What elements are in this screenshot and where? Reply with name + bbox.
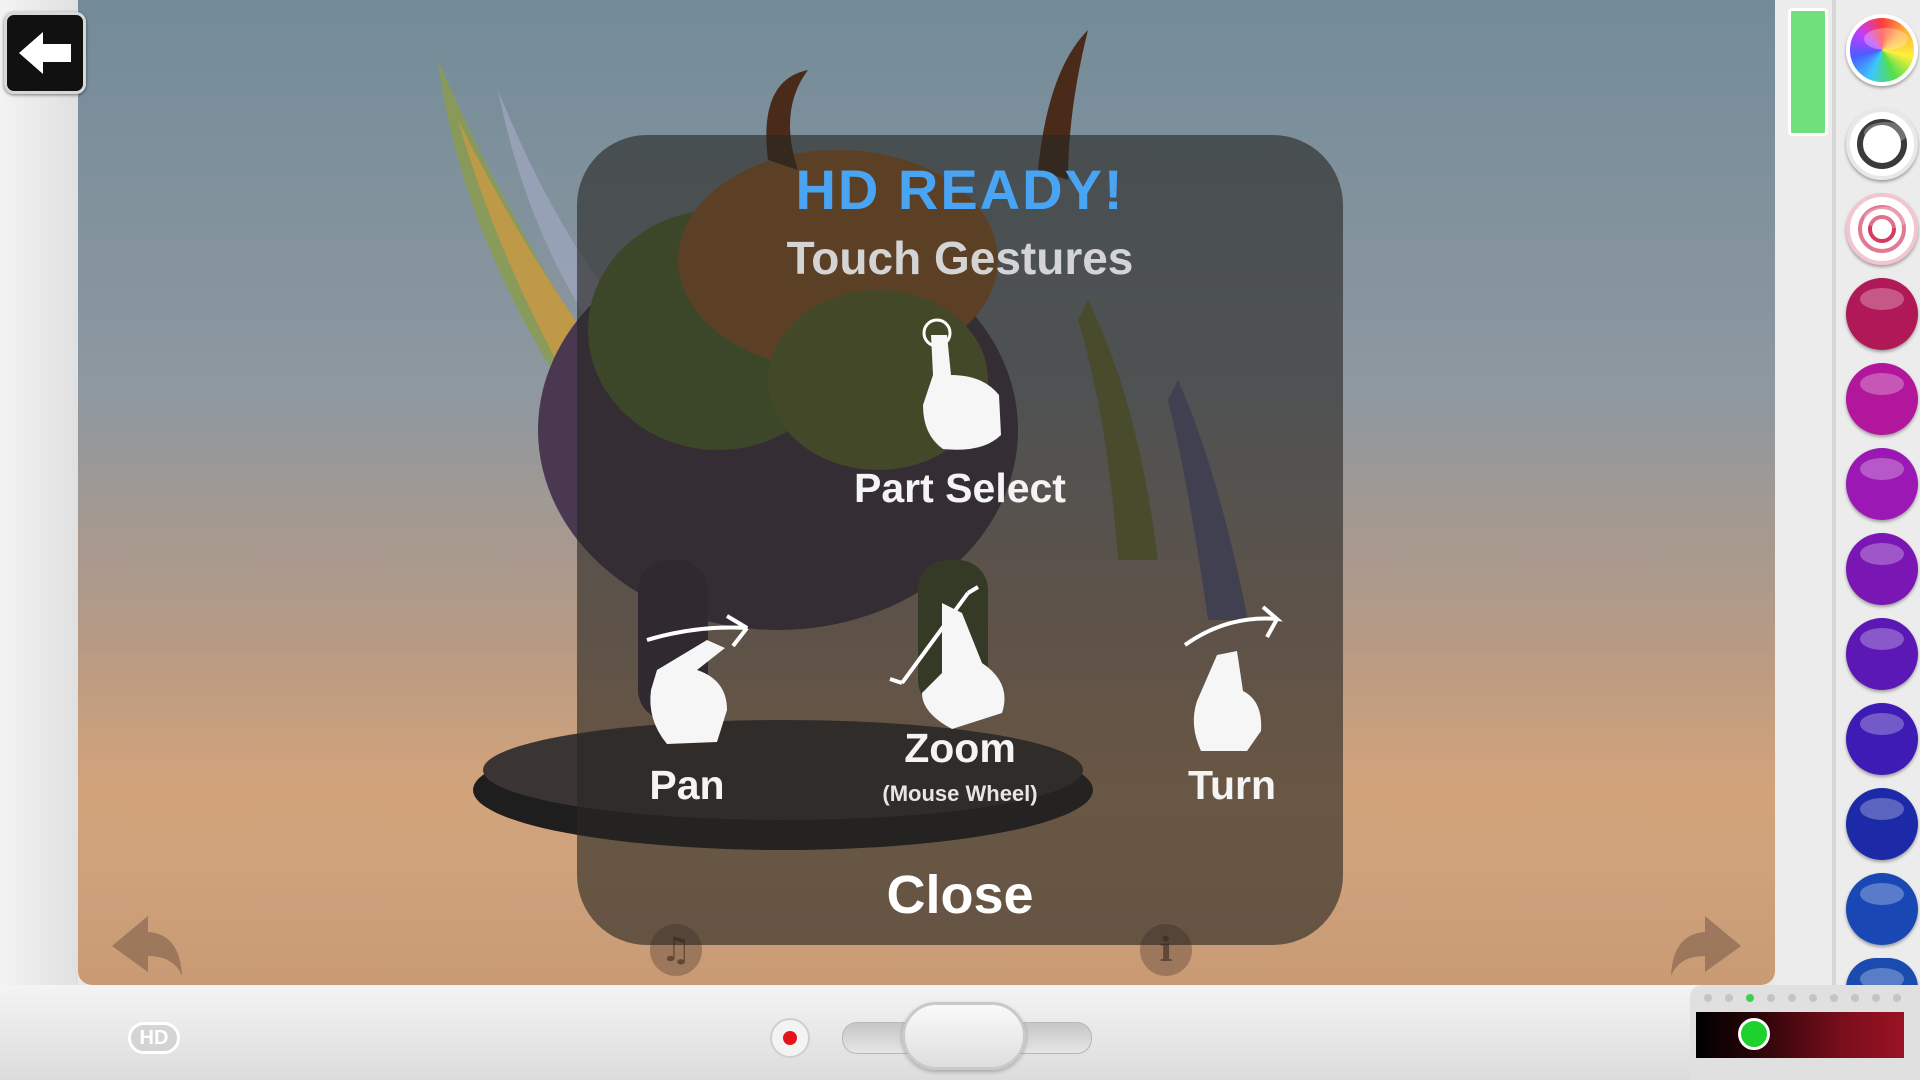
- zoom-hint: (Mouse Wheel): [882, 781, 1038, 806]
- page-dot[interactable]: [1725, 994, 1733, 1002]
- pan-label: Pan: [649, 762, 725, 808]
- undo-arrow-icon[interactable]: [108, 910, 188, 984]
- page-dot[interactable]: [1872, 994, 1880, 1002]
- magenta-swatch[interactable]: [1846, 363, 1918, 435]
- page-dot[interactable]: [1893, 994, 1901, 1002]
- back-button[interactable]: [4, 12, 86, 94]
- palette-page-dots: [1704, 994, 1901, 1002]
- indigo-swatch[interactable]: [1846, 618, 1918, 690]
- blue-swatch[interactable]: [1846, 873, 1918, 945]
- record-icon: [783, 1031, 797, 1045]
- shade-picker-field[interactable]: [1696, 1012, 1904, 1058]
- shade-picker-knob[interactable]: [1738, 1018, 1770, 1050]
- back-arrow-icon: [19, 32, 71, 74]
- record-button[interactable]: [770, 1018, 810, 1058]
- part-select-label: Part Select: [854, 465, 1066, 511]
- touch-gestures-dialog: HD READY! Touch Gestures Part Select Pan…: [577, 135, 1343, 945]
- deep-indigo-swatch[interactable]: [1846, 703, 1918, 775]
- page-dot[interactable]: [1830, 994, 1838, 1002]
- palette-divider: [1832, 0, 1836, 985]
- zoom-slider-thumb[interactable]: [902, 1002, 1026, 1070]
- dialog-subtitle: Touch Gestures: [786, 232, 1134, 284]
- zoom-label: Zoom: [904, 725, 1016, 771]
- left-rail: [0, 0, 78, 985]
- page-dot[interactable]: [1767, 994, 1775, 1002]
- tap-hand-icon: [922, 318, 1001, 450]
- page-dot-active[interactable]: [1746, 994, 1754, 1002]
- zoom-pinch-hand-icon: [889, 585, 1005, 729]
- black-ring-swatch[interactable]: [1846, 108, 1918, 180]
- current-color-indicator: [1788, 8, 1828, 136]
- turn-label: Turn: [1187, 762, 1277, 808]
- target-ring-swatch[interactable]: [1846, 193, 1918, 265]
- page-dot[interactable]: [1809, 994, 1817, 1002]
- page-dot[interactable]: [1788, 994, 1796, 1002]
- navy-swatch[interactable]: [1846, 788, 1918, 860]
- redo-arrow-icon[interactable]: [1665, 910, 1745, 984]
- dialog-title: HD READY!: [795, 158, 1125, 221]
- page-dot[interactable]: [1704, 994, 1712, 1002]
- turn-hand-icon: [1183, 605, 1283, 751]
- hd-toggle-button[interactable]: HD: [128, 1022, 180, 1054]
- purple-swatch[interactable]: [1846, 448, 1918, 520]
- crimson-swatch[interactable]: [1846, 278, 1918, 350]
- pan-hand-icon: [646, 614, 749, 744]
- rainbow-swatch[interactable]: [1846, 14, 1918, 86]
- violet-swatch[interactable]: [1846, 533, 1918, 605]
- page-dot[interactable]: [1851, 994, 1859, 1002]
- close-button[interactable]: Close: [577, 864, 1343, 926]
